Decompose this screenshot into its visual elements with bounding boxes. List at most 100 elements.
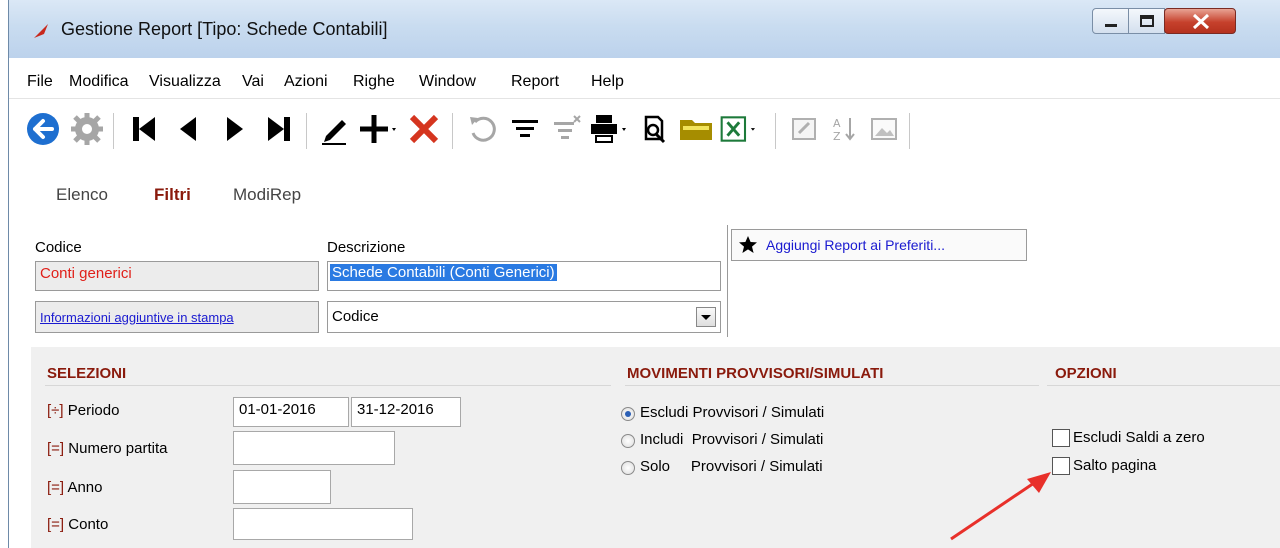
folder-button[interactable] — [676, 109, 716, 149]
edit-icon — [322, 120, 346, 145]
anno-label: [=] Anno — [47, 479, 103, 496]
anno-input[interactable] — [233, 470, 331, 504]
clear-filter-icon — [554, 115, 581, 139]
excel-icon — [720, 116, 755, 142]
edit-doc-button[interactable] — [784, 109, 824, 149]
radio-includi-label: Includi Provvisori / Simulati — [640, 431, 824, 448]
codice-field[interactable]: Conti generici — [35, 261, 319, 291]
main-window: Gestione Report [Tipo: Schede Contabili]… — [8, 0, 1280, 548]
conto-label: [=] Conto — [47, 516, 109, 533]
last-record-icon — [268, 117, 290, 141]
undo-button[interactable] — [462, 109, 502, 149]
dropdown-button[interactable] — [696, 307, 716, 327]
opzioni-underline — [1047, 385, 1280, 386]
radio-solo-label: Solo Provvisori / Simulati — [640, 458, 823, 475]
minimize-button[interactable] — [1092, 8, 1129, 34]
filter-button[interactable] — [505, 109, 545, 149]
maximize-button[interactable] — [1128, 8, 1165, 34]
info-select[interactable]: Codice — [327, 301, 721, 333]
toolbar-separator — [909, 113, 910, 149]
menu-righe[interactable]: Righe — [353, 73, 395, 91]
edit-button[interactable] — [315, 109, 355, 149]
print-icon — [591, 115, 626, 143]
previous-record-icon — [180, 117, 196, 141]
previous-record-button[interactable] — [169, 109, 209, 149]
preview-icon — [644, 115, 666, 144]
image-icon — [871, 118, 897, 140]
maximize-icon — [1140, 15, 1154, 27]
close-icon — [1192, 13, 1210, 30]
toolbar: AZ — [9, 99, 1280, 159]
report-header-form: Codice Conti generici Descrizione Schede… — [31, 225, 1280, 345]
tab-modirep[interactable]: ModiRep — [233, 185, 301, 205]
minimize-icon — [1105, 24, 1117, 27]
radio-escludi-provvisori[interactable] — [621, 407, 635, 421]
opzioni-title: OPZIONI — [1055, 365, 1117, 382]
add-favorites-button[interactable]: Aggiungi Report ai Preferiti... — [731, 229, 1027, 261]
star-icon — [739, 236, 757, 253]
toolbar-separator — [306, 113, 307, 149]
descrizione-field[interactable]: Schede Contabili (Conti Generici) — [327, 261, 721, 291]
window-title: Gestione Report [Tipo: Schede Contabili] — [61, 19, 388, 39]
codice-label: Codice — [35, 239, 82, 256]
conto-input[interactable] — [233, 508, 413, 540]
edit-doc-icon — [792, 118, 816, 140]
toolbar-separator — [113, 113, 114, 149]
menu-azioni[interactable]: Azioni — [284, 73, 328, 91]
menu-vai[interactable]: Vai — [242, 73, 264, 91]
radio-solo-provvisori[interactable] — [621, 461, 635, 475]
info-link-box: Informazioni aggiuntive in stampa — [35, 301, 319, 333]
clear-filter-button[interactable] — [547, 109, 587, 149]
chevron-down-icon — [701, 315, 711, 320]
add-icon — [360, 115, 396, 143]
movimenti-underline — [625, 385, 1039, 386]
image-button[interactable] — [864, 109, 904, 149]
undo-icon — [470, 116, 496, 142]
info-select-value: Codice — [332, 308, 379, 325]
add-button[interactable] — [359, 109, 399, 149]
numero-partita-label: [=] Numero partita — [47, 440, 168, 457]
descrizione-label: Descrizione — [327, 239, 406, 256]
menu-window[interactable]: Window — [419, 73, 476, 91]
descrizione-selected-text: Schede Contabili (Conti Generici) — [330, 264, 557, 281]
first-record-icon — [133, 117, 155, 141]
menu-modifica[interactable]: Modifica — [69, 73, 129, 91]
settings-button[interactable] — [67, 109, 107, 149]
sort-button[interactable]: AZ — [824, 109, 864, 149]
escludi-saldi-checkbox[interactable] — [1052, 429, 1070, 447]
svg-text:A: A — [833, 117, 841, 130]
menu-file[interactable]: File — [27, 73, 53, 91]
folder-icon — [680, 120, 712, 140]
periodo-from-input[interactable]: 01-01-2016 — [233, 397, 349, 427]
preview-button[interactable] — [634, 109, 674, 149]
menu-visualizza[interactable]: Visualizza — [149, 73, 221, 91]
numero-partita-input[interactable] — [233, 431, 395, 465]
menu-bar: File Modifica Visualizza Vai Azioni Righ… — [9, 58, 1280, 99]
selezioni-title: SELEZIONI — [47, 365, 127, 382]
menu-report[interactable]: Report — [511, 73, 559, 91]
toolbar-separator — [775, 113, 776, 149]
escludi-saldi-label: Escludi Saldi a zero — [1073, 429, 1205, 446]
selezioni-underline — [45, 385, 611, 386]
app-logo-icon — [34, 24, 48, 38]
print-button[interactable] — [589, 109, 629, 149]
info-link[interactable]: Informazioni aggiuntive in stampa — [40, 310, 234, 325]
back-button[interactable] — [23, 109, 63, 149]
next-record-button[interactable] — [214, 109, 254, 149]
back-icon — [27, 113, 59, 145]
radio-includi-provvisori[interactable] — [621, 434, 635, 448]
movimenti-title: MOVIMENTI PROVVISORI/SIMULATI — [627, 365, 884, 382]
tab-bar: Elenco Filtri ModiRep — [9, 160, 1280, 222]
last-record-button[interactable] — [259, 109, 299, 149]
svg-text:Z: Z — [833, 130, 841, 143]
excel-button[interactable] — [720, 109, 760, 149]
tab-filtri[interactable]: Filtri — [154, 185, 191, 205]
periodo-label: [÷] Periodo — [47, 402, 120, 419]
delete-button[interactable] — [404, 109, 444, 149]
close-button[interactable] — [1164, 8, 1236, 34]
menu-help[interactable]: Help — [591, 73, 624, 91]
periodo-to-input[interactable]: 31-12-2016 — [351, 397, 461, 427]
header-divider — [727, 225, 728, 337]
first-record-button[interactable] — [124, 109, 164, 149]
tab-elenco[interactable]: Elenco — [56, 185, 108, 205]
